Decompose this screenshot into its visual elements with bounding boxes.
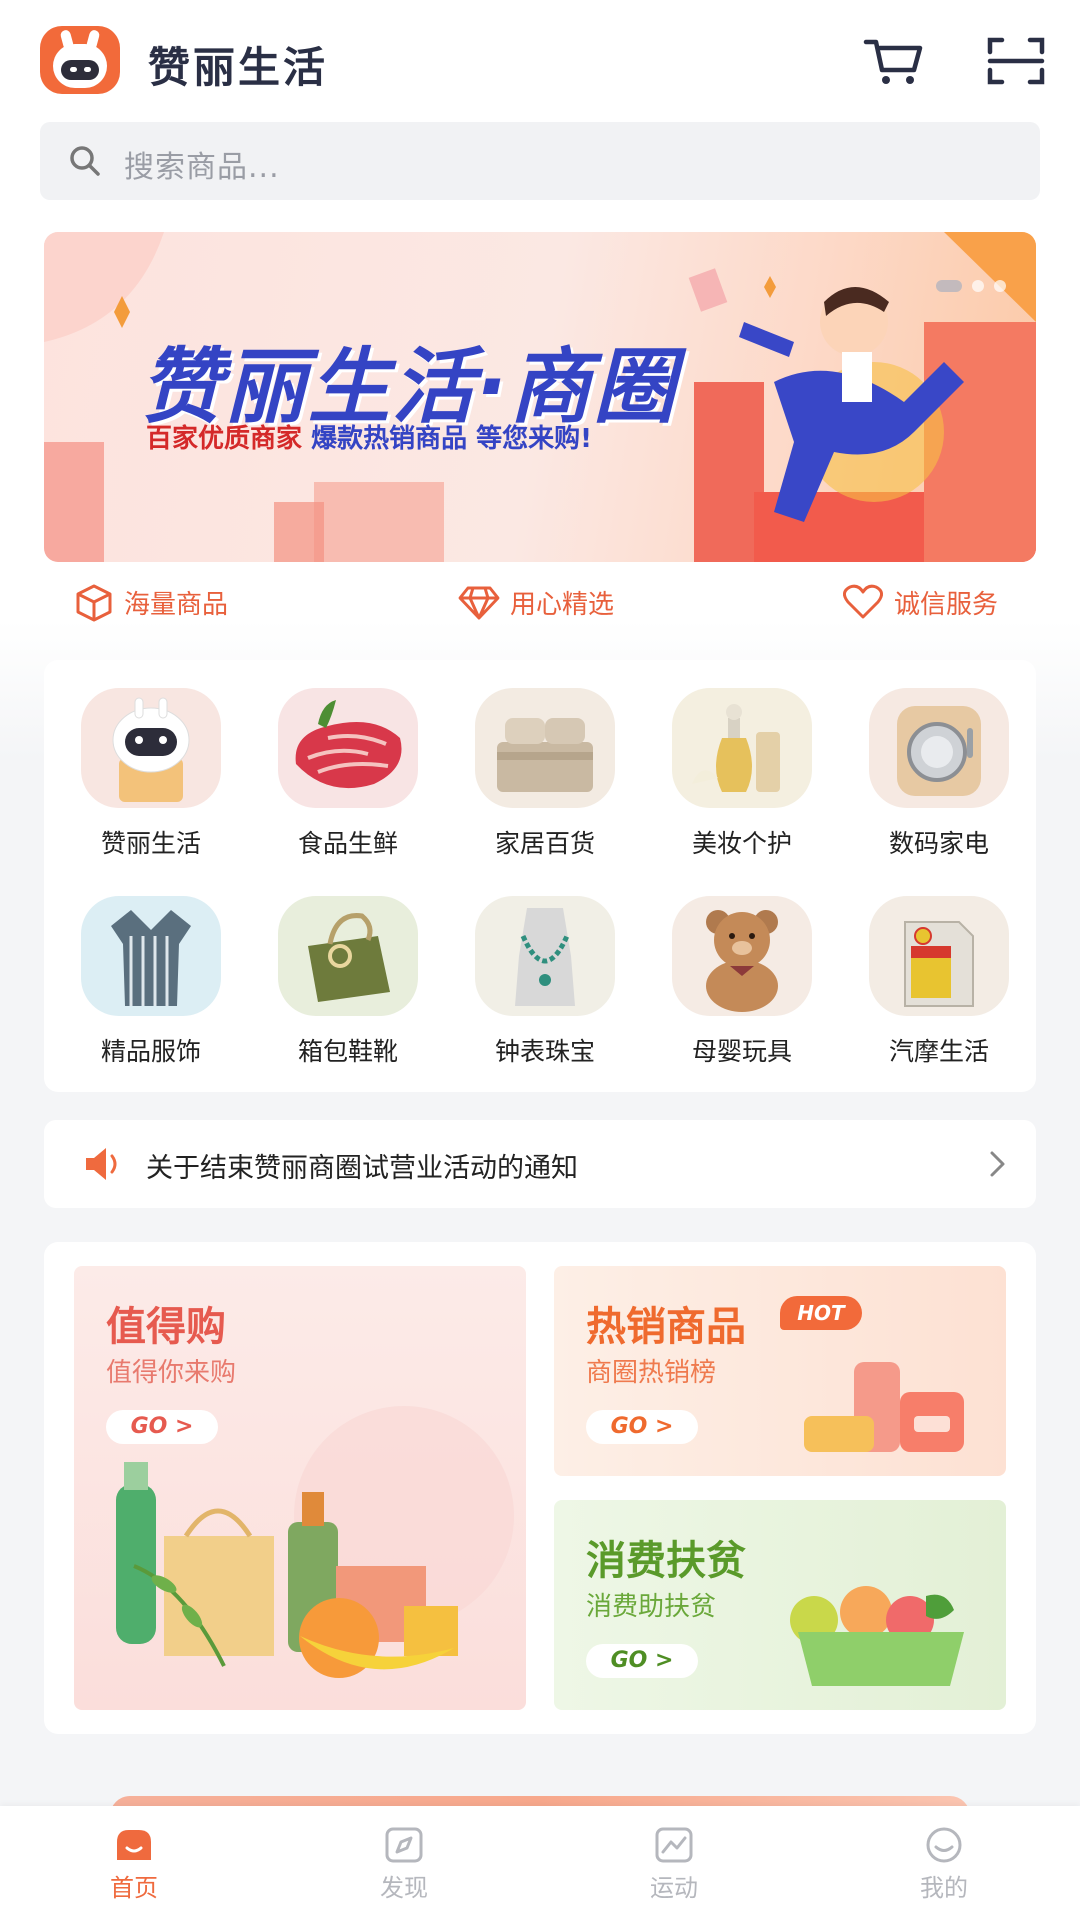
category-label: 家居百货: [494, 829, 595, 858]
shopping-illustration: [116, 1406, 514, 1678]
teddy-bear-icon: [672, 896, 812, 1016]
feature-careful-selection: 用心精选: [458, 580, 614, 624]
banner-dot: [936, 280, 962, 292]
tab-discover[interactable]: 发现: [334, 1814, 474, 1914]
category-auto-moto[interactable]: 汽摩生活: [859, 868, 1019, 1066]
category-fresh-food[interactable]: 食品生鲜: [268, 660, 428, 858]
notice-bar[interactable]: 关于结束赞丽商圈试营业活动的通知: [44, 1120, 1036, 1208]
promo-worth-buying[interactable]: 值得购 值得你来购 GO >: [74, 1266, 526, 1710]
promo-banner[interactable]: 赞丽生活·商圈 百家优质商家 爆款热销商品 等您来购!: [44, 232, 1036, 562]
promo-section: 值得购 值得你来购 GO > 热销商品 HOT 商圈热销榜 GO > 消费扶贫 …: [44, 1242, 1036, 1734]
category-label: 钟表珠宝: [494, 1037, 595, 1066]
promo-poverty-relief[interactable]: 消费扶贫 消费助扶贫 GO >: [554, 1500, 1006, 1710]
diamond-icon: [458, 586, 500, 620]
motor-oil-icon: [869, 896, 1009, 1016]
search-placeholder: 搜索商品...: [124, 150, 280, 185]
tab-mine[interactable]: 我的: [874, 1814, 1014, 1914]
perfume-icon: [672, 688, 812, 808]
scan-icon[interactable]: [984, 34, 1048, 88]
category-label: 精品服饰: [100, 1037, 201, 1066]
category-apparel[interactable]: 精品服饰: [71, 868, 231, 1066]
category-digital-appliances[interactable]: 数码家电: [859, 660, 1019, 858]
promo-hot-products[interactable]: 热销商品 HOT 商圈热销榜 GO >: [554, 1266, 1006, 1476]
box-icon: [76, 584, 112, 622]
app-logo: [40, 26, 120, 94]
app-title: 赞丽生活: [148, 43, 329, 92]
category-label: 数码家电: [888, 829, 989, 858]
bottom-tab-bar: 首页 发现 运动 我的: [0, 1806, 1080, 1920]
category-zanli-life[interactable]: 赞丽生活: [71, 660, 231, 858]
bedding-icon: [475, 688, 615, 808]
category-watches-jewelry[interactable]: 钟表珠宝: [465, 868, 625, 1066]
category-label: 美妆个护: [691, 829, 792, 858]
meat-icon: [278, 688, 418, 808]
feature-label: 用心精选: [510, 589, 615, 620]
search-bar[interactable]: 搜索商品...: [40, 122, 1040, 200]
header: 赞丽生活: [0, 0, 1080, 120]
category-label: 食品生鲜: [297, 829, 398, 858]
banner-subtitle-1: 百家优质商家: [146, 424, 303, 454]
home-icon: [117, 1830, 151, 1860]
feature-label: 海量商品: [124, 589, 229, 620]
feature-massive-goods: 海量商品: [74, 580, 228, 624]
tab-label: 首页: [110, 1874, 158, 1902]
feature-label: 诚信服务: [894, 589, 999, 620]
chevron-right-icon: [990, 1151, 1005, 1177]
banner-subtitle: 百家优质商家 爆款热销商品 等您来购!: [146, 418, 592, 455]
products-illustration: [804, 1362, 964, 1452]
tab-home[interactable]: 首页: [64, 1814, 204, 1914]
washing-machine-icon: [869, 688, 1009, 808]
category-baby-toys[interactable]: 母婴玩具: [662, 868, 822, 1066]
necklace-icon: [475, 896, 615, 1016]
chart-icon: [655, 1827, 693, 1863]
compass-icon: [385, 1827, 423, 1863]
category-label: 赞丽生活: [100, 829, 201, 858]
home-page: 赞丽生活 搜索商品... 赞丽生活·商圈 百家优质商家 爆款热销商品 等您来购!…: [0, 0, 1080, 1920]
banner-subtitle-3: 等您来购!: [476, 424, 593, 454]
speaker-icon: [86, 1148, 117, 1180]
category-label: 母婴玩具: [691, 1037, 792, 1066]
banner-subtitle-2: 爆款热销商品: [311, 424, 468, 454]
tab-label: 我的: [920, 1874, 968, 1902]
category-label: 箱包鞋靴: [297, 1037, 398, 1066]
banner-dot: [972, 280, 984, 292]
category-bags-shoes[interactable]: 箱包鞋靴: [268, 868, 428, 1066]
tab-label: 发现: [380, 1874, 428, 1902]
heart-icon: [843, 584, 883, 619]
smile-icon: [926, 1827, 962, 1863]
tab-label: 运动: [650, 1874, 698, 1902]
fruit-basket-illustration: [790, 1586, 964, 1686]
tab-sports[interactable]: 运动: [604, 1814, 744, 1914]
category-beauty[interactable]: 美妆个护: [662, 660, 822, 858]
feature-honest-service: 诚信服务: [842, 580, 998, 624]
category-label: 汽摩生活: [888, 1037, 989, 1066]
dress-icon: [81, 896, 221, 1016]
notice-text: 关于结束赞丽商圈试营业活动的通知: [146, 1153, 578, 1184]
banner-dot: [994, 280, 1006, 292]
category-grid: 赞丽生活 食品生鲜 家居百货 美妆个护 数码家电 精品服饰 箱包鞋靴 钟表珠宝 …: [44, 660, 1036, 1092]
category-home-goods[interactable]: 家居百货: [465, 660, 625, 858]
robot-mascot-icon: [81, 688, 221, 808]
cart-icon[interactable]: [862, 34, 926, 88]
banner-page-indicator: [936, 280, 1006, 292]
handbag-icon: [278, 896, 418, 1016]
search-icon: [70, 146, 100, 176]
